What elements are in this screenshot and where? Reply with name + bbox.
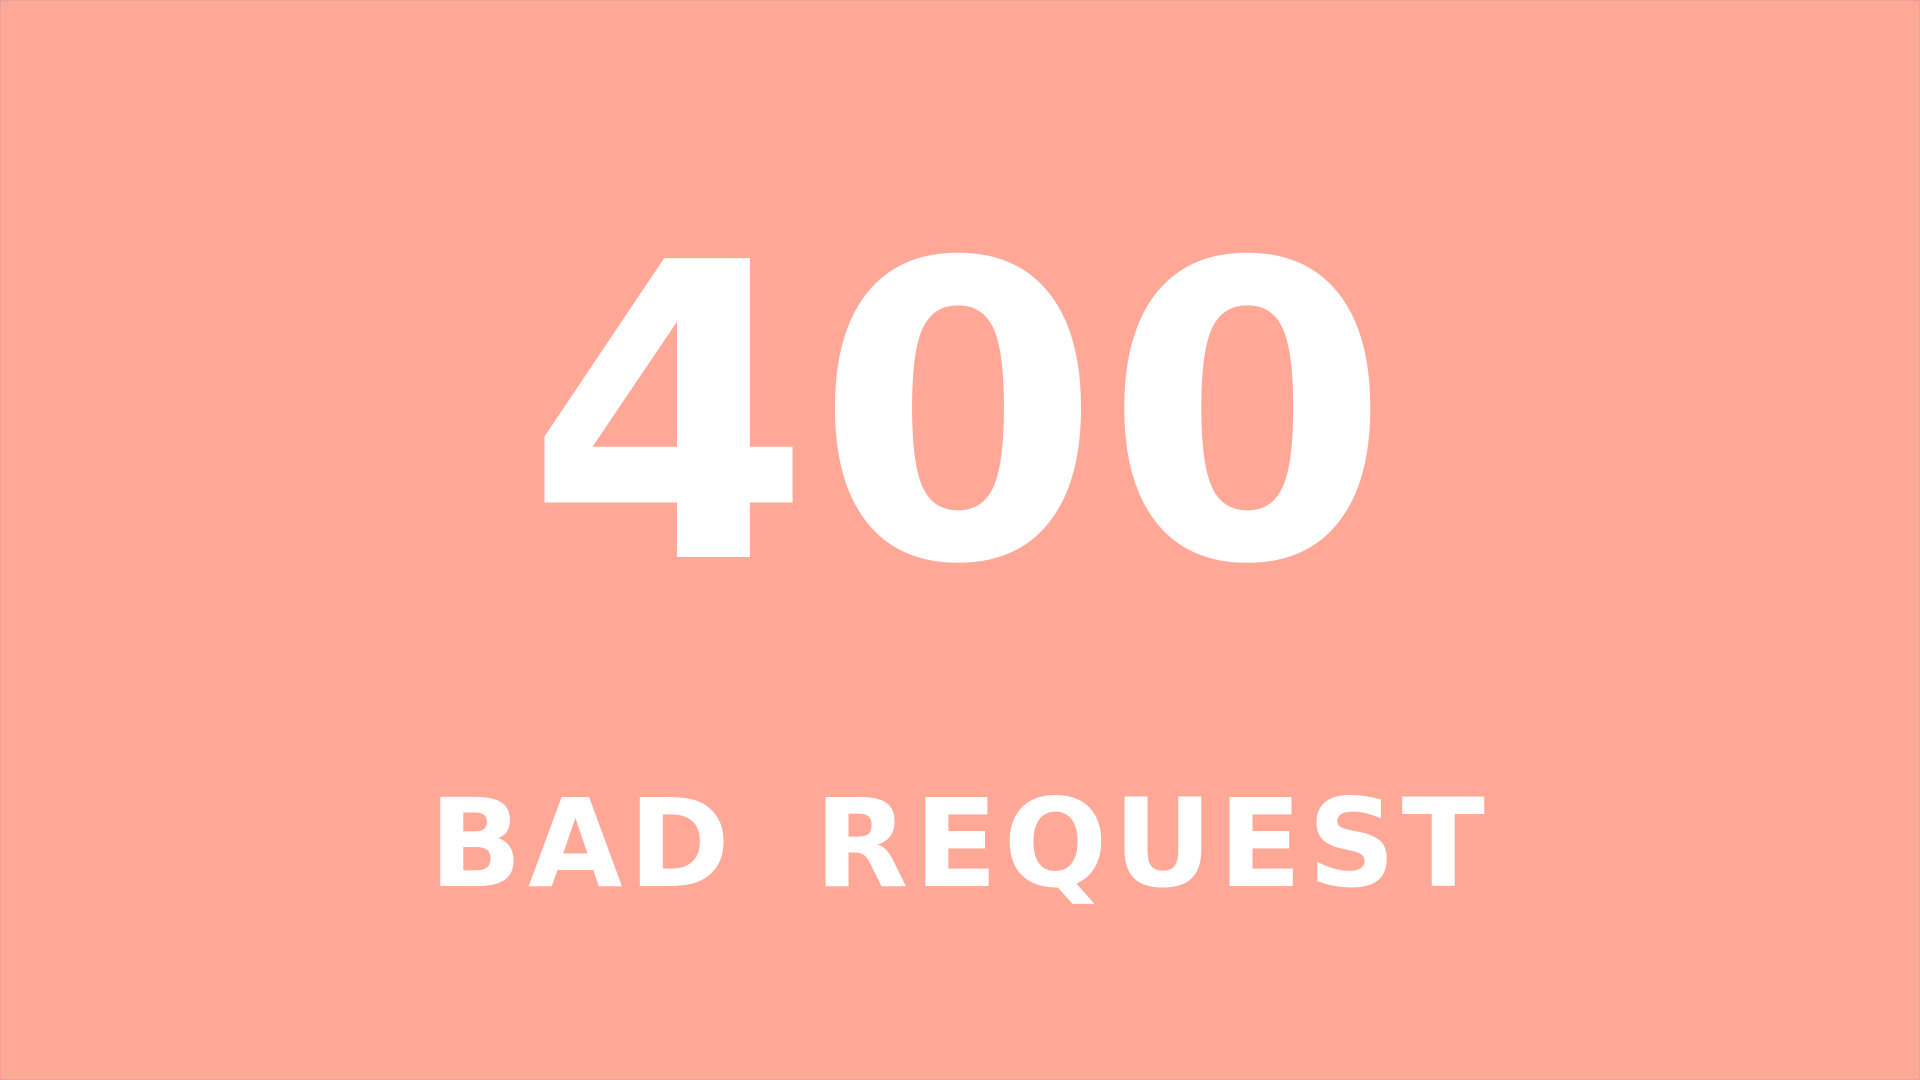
error-message: BAD REQUEST	[429, 773, 1491, 915]
error-page: { "error": { "code": "400", "message": "…	[0, 0, 1920, 1080]
error-code: 400	[526, 176, 1394, 654]
error-container: 400 BAD REQUEST	[0, 0, 1920, 1080]
